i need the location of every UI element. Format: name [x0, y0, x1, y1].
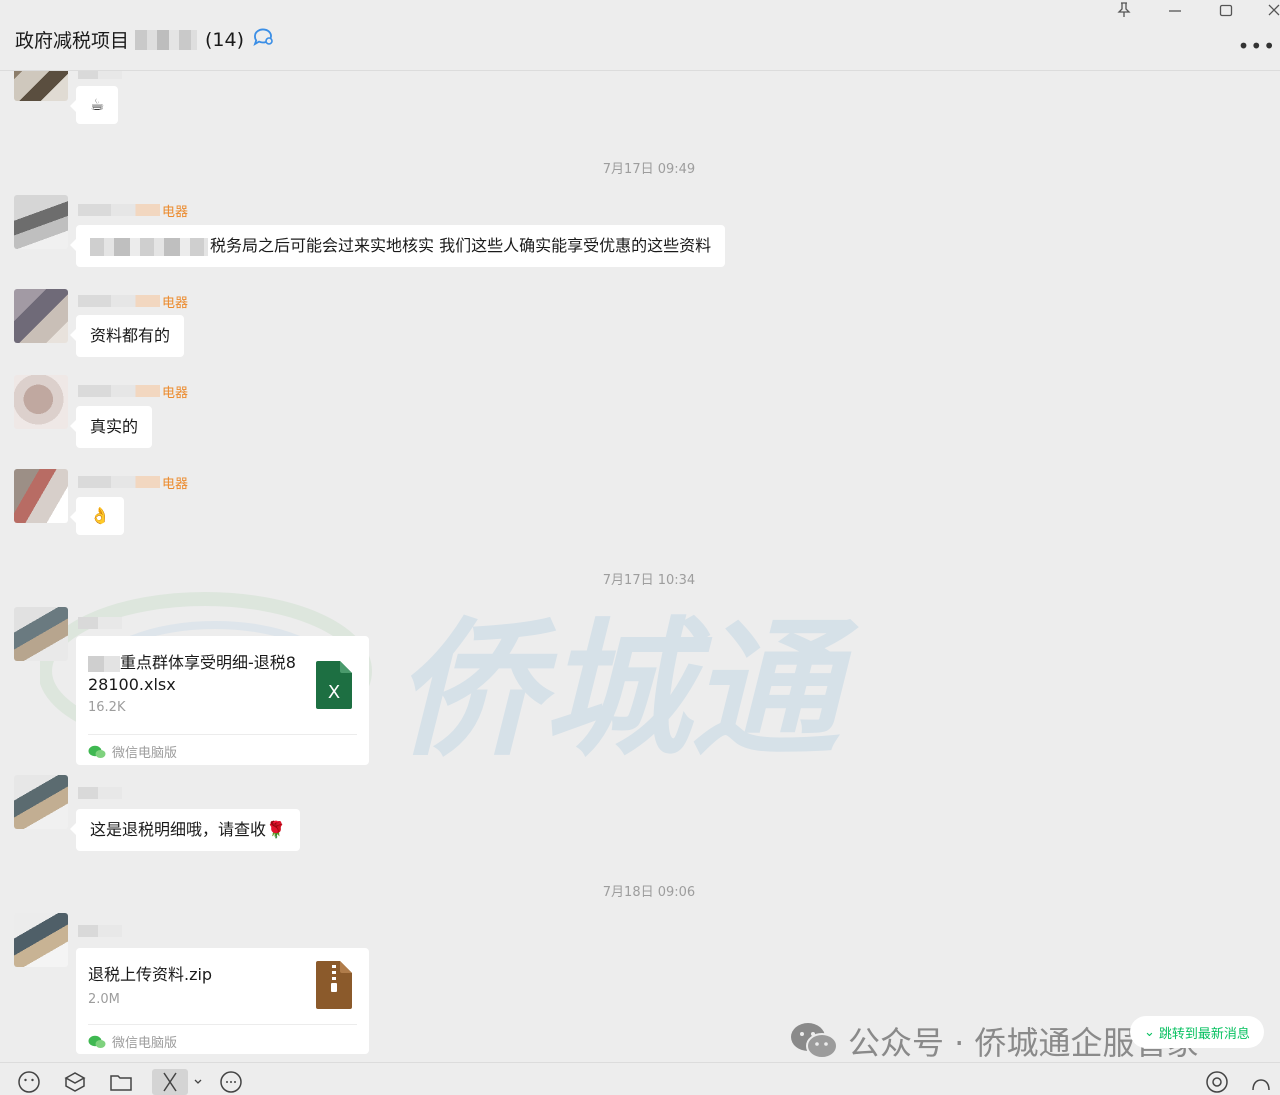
- sender-name: 电器: [78, 293, 188, 311]
- favorites-icon[interactable]: [62, 1069, 88, 1095]
- wechat-icon: [791, 1023, 838, 1059]
- message-text: 真实的: [90, 417, 139, 436]
- message-bubble[interactable]: ☕: [69, 86, 119, 124]
- divider: [88, 734, 357, 735]
- title-bar: 政府减税项目 (14) •••: [0, 0, 1280, 71]
- timestamp: 7月17日 09:49: [602, 162, 696, 177]
- voice-call-icon[interactable]: [1204, 1069, 1230, 1095]
- file-message-card[interactable]: 退税上传资料.zip 2.0M 微信电脑版: [76, 948, 369, 1054]
- maximize-icon[interactable]: [1214, 0, 1238, 20]
- input-toolbar: [0, 1062, 1280, 1095]
- avatar[interactable]: [14, 71, 68, 101]
- more-options-icon[interactable]: •••: [1238, 36, 1276, 56]
- avatar[interactable]: [14, 195, 68, 249]
- emoji-message: ☕: [90, 95, 105, 114]
- timestamp: 7月18日 09:06: [602, 885, 696, 900]
- message-bubble[interactable]: 真实的: [69, 406, 153, 448]
- file-size: 16.2K: [88, 700, 126, 715]
- chat-history[interactable]: QCT 侨城通 ☕ 7月17日 09:49 电器 税务局之后可能会过来实地核实 …: [0, 71, 1280, 1061]
- divider: [88, 1024, 357, 1025]
- timestamp: 7月17日 10:34: [602, 573, 696, 588]
- avatar[interactable]: [14, 289, 68, 343]
- avatar[interactable]: [14, 375, 68, 429]
- wechat-icon: [88, 1035, 106, 1048]
- message-text: 税务局之后可能会过来实地核实 我们这些人确实能享受优惠的这些资料: [210, 236, 712, 255]
- emoji-icon[interactable]: [16, 1069, 42, 1095]
- sender-name: 电器: [78, 202, 188, 220]
- close-icon[interactable]: [1262, 0, 1280, 20]
- group-name: 政府减税项目: [15, 30, 130, 52]
- file-size: 2.0M: [88, 992, 120, 1007]
- message-bubble[interactable]: 税务局之后可能会过来实地核实 我们这些人确实能享受优惠的这些资料: [69, 225, 726, 267]
- sender-name: 电器: [78, 383, 188, 401]
- watermark-text: 侨城通: [395, 604, 859, 761]
- chevron-down-icon: ⌄: [1144, 1024, 1155, 1040]
- redacted-group-name: [135, 29, 198, 50]
- sender-name: [78, 923, 124, 939]
- message-text: 资料都有的: [90, 326, 171, 345]
- minimize-icon[interactable]: [1163, 0, 1187, 20]
- chat-bubble-icon[interactable]: [218, 1069, 244, 1095]
- file-message-card[interactable]: 重点群体享受明细-退税828100.xlsx 16.2K X 微信电脑版: [76, 636, 369, 765]
- svg-text:X: X: [328, 682, 340, 703]
- message-bubble[interactable]: 👌: [70, 497, 124, 535]
- jump-to-latest-button[interactable]: ⌄ 跳转到最新消息: [1130, 1016, 1264, 1048]
- avatar[interactable]: [14, 607, 68, 661]
- file-source: 微信电脑版: [88, 1032, 177, 1051]
- zip-icon: [316, 961, 352, 1009]
- avatar[interactable]: [14, 913, 68, 967]
- chat-title[interactable]: 政府减税项目 (14): [15, 26, 274, 53]
- wechat-icon: [88, 745, 106, 758]
- message-bubble[interactable]: 资料都有的: [69, 315, 185, 357]
- chevron-down-icon[interactable]: [190, 1069, 206, 1095]
- pin-icon[interactable]: [1112, 0, 1136, 20]
- screenshot-icon[interactable]: [152, 1069, 188, 1095]
- file-name: 退税上传资料.zip: [88, 965, 213, 984]
- folder-icon[interactable]: [108, 1069, 134, 1095]
- emoji-message: 👌: [90, 506, 110, 525]
- sender-name: [78, 615, 124, 631]
- sender-name: 电器: [78, 474, 188, 492]
- message-text: 这是退税明细哦，请查收🌹: [90, 820, 286, 839]
- chat-bubble-icon[interactable]: [252, 27, 274, 52]
- file-name: 重点群体享受明细-退税828100.xlsx: [88, 653, 296, 694]
- redacted-text: [90, 237, 208, 256]
- excel-icon: X: [316, 661, 352, 709]
- video-call-icon[interactable]: [1248, 1069, 1274, 1095]
- avatar[interactable]: [14, 469, 68, 523]
- message-bubble[interactable]: 这是退税明细哦，请查收🌹: [70, 809, 300, 851]
- sender-name: [78, 785, 124, 801]
- sender-name: [78, 71, 124, 81]
- member-count: (14): [205, 28, 245, 51]
- redacted-text: [88, 655, 120, 672]
- avatar[interactable]: [14, 775, 68, 829]
- file-source: 微信电脑版: [88, 742, 177, 761]
